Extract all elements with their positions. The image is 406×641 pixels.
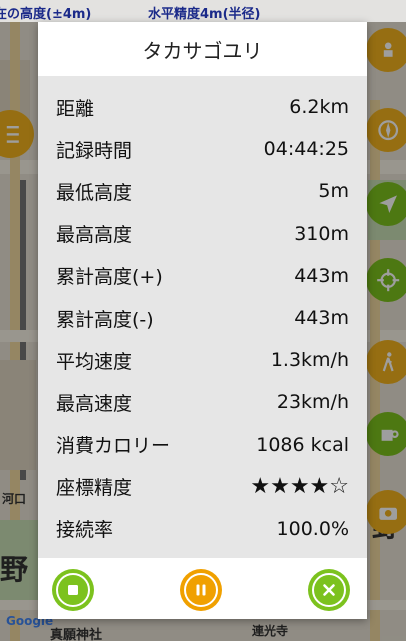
stat-row-average-speed: 平均速度 1.3km/h xyxy=(38,339,367,381)
stat-label: 記録時間 xyxy=(56,139,133,162)
stat-value: 1086 kcal xyxy=(256,433,349,456)
stop-button[interactable] xyxy=(52,569,94,611)
stat-label: 最高高度 xyxy=(56,224,133,247)
stat-value: 23km/h xyxy=(276,391,349,414)
stat-label: 距離 xyxy=(56,97,95,120)
stat-row-calories: 消費カロリー 1086 kcal xyxy=(38,424,367,466)
stat-value: 443m xyxy=(294,307,349,330)
close-button[interactable] xyxy=(308,569,350,611)
stat-value: 443m xyxy=(294,264,349,287)
stat-row-elevation-loss: 累計高度(-) 443m xyxy=(38,297,367,339)
stat-label: 最低高度 xyxy=(56,181,133,204)
pause-icon xyxy=(196,584,206,596)
accuracy-status: 水平精度4m(半径) xyxy=(148,7,261,22)
stat-row-min-altitude: 最低高度 5m xyxy=(38,170,367,212)
stat-label: 最高速度 xyxy=(56,392,133,415)
stat-label: 座標精度 xyxy=(56,477,133,500)
stats-list: 距離 6.2km 記録時間 04:44:25 最低高度 5m 最高高度 310m… xyxy=(38,76,367,550)
stat-label: 接続率 xyxy=(56,519,114,542)
dialog-footer xyxy=(38,558,367,619)
stat-value: 04:44:25 xyxy=(263,138,349,161)
stat-label: 平均速度 xyxy=(56,350,133,373)
accuracy-stars: ★★★★☆ xyxy=(250,474,349,500)
stat-label: 累計高度(+) xyxy=(56,266,163,289)
stat-value: 6.2km xyxy=(289,96,349,119)
track-summary-dialog: タカサゴユリ 距離 6.2km 記録時間 04:44:25 最低高度 5m 最高… xyxy=(38,22,367,619)
status-bar: 在の高度(±4m) 水平精度4m(半径) xyxy=(0,0,406,22)
close-icon xyxy=(323,584,335,596)
dialog-title: タカサゴユリ xyxy=(38,22,367,76)
stat-row-elevation-gain: 累計高度(+) 443m xyxy=(38,255,367,297)
stat-row-max-altitude: 最高高度 310m xyxy=(38,213,367,255)
stat-value: 310m xyxy=(294,222,349,245)
stat-row-recording-time: 記録時間 04:44:25 xyxy=(38,128,367,170)
stat-value: 100.0% xyxy=(276,517,349,540)
stat-row-connection-rate: 接続率 100.0% xyxy=(38,508,367,550)
pause-button[interactable] xyxy=(180,569,222,611)
stat-value: 1.3km/h xyxy=(270,349,349,372)
stat-row-max-speed: 最高速度 23km/h xyxy=(38,381,367,423)
stat-value: 5m xyxy=(318,180,349,203)
altitude-status: 在の高度(±4m) xyxy=(0,7,92,22)
stat-row-coordinate-accuracy: 座標精度 ★★★★☆ xyxy=(38,466,367,508)
stat-label: 消費カロリー xyxy=(56,435,171,458)
stop-icon xyxy=(68,585,78,595)
stat-label: 累計高度(-) xyxy=(56,308,154,331)
stat-row-distance: 距離 6.2km xyxy=(38,86,367,128)
